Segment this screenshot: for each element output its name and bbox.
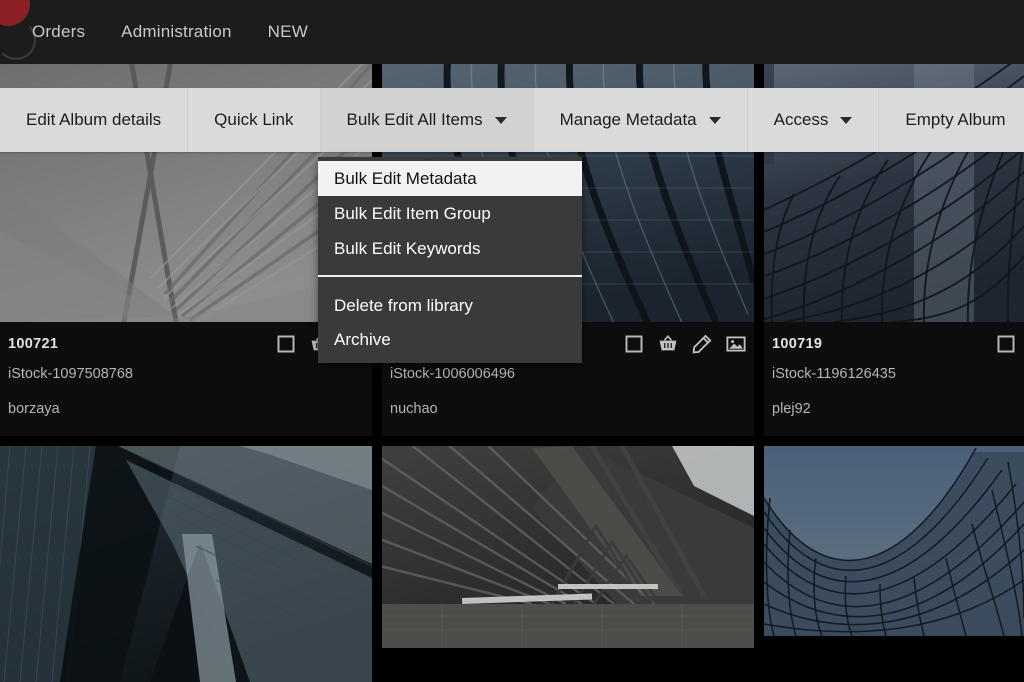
nav-item-list: Orders Administration NEW (0, 0, 308, 64)
nav-item-new[interactable]: NEW (268, 22, 308, 42)
card-bottom-fill (764, 636, 1024, 682)
menu-item-label: Bulk Edit Item Group (334, 203, 491, 223)
checkbox-icon[interactable] (996, 334, 1016, 354)
toolbar-item-label: Manage Metadata (559, 110, 697, 129)
checkbox-icon[interactable] (624, 334, 644, 354)
menu-item-label: Delete from library (334, 296, 473, 315)
menu-item-bulk-edit-keywords[interactable]: Bulk Edit Keywords (318, 231, 582, 266)
toolbar-item-label: Edit Album details (26, 110, 162, 129)
album-item-card[interactable] (0, 446, 372, 682)
menu-separator (318, 275, 582, 277)
menu-item-archive[interactable]: Archive (318, 323, 582, 357)
toolbar-item-label: Empty Album (905, 110, 1006, 129)
album-item-card[interactable] (764, 446, 1024, 682)
menu-item-label: Bulk Edit Keywords (334, 238, 481, 258)
chevron-down-icon (708, 116, 721, 124)
toolbar-edit-album-details-button[interactable]: Edit Album details (0, 88, 189, 152)
thumbnail-image[interactable] (382, 446, 754, 648)
checkbox-icon[interactable] (276, 334, 296, 354)
menu-item-label: Archive (334, 330, 391, 349)
pencil-icon[interactable] (692, 334, 712, 354)
card-filename: iStock-1006006496 (390, 366, 515, 382)
album-item-card[interactable] (382, 446, 754, 682)
card-header-row: 100719 (772, 332, 1016, 356)
toolbar-bulk-edit-all-items-menu[interactable]: Bulk Edit All Items (320, 88, 534, 152)
card-item-id: 100719 (772, 336, 823, 352)
card-filename: iStock-1097508768 (8, 366, 133, 382)
bulk-edit-dropdown-menu: Bulk Edit Metadata Bulk Edit Item Group … (318, 157, 582, 363)
card-bottom-fill (382, 648, 754, 682)
dropdown-group-destructive: Delete from library Archive (318, 289, 582, 357)
toolbar-item-label: Bulk Edit All Items (346, 110, 483, 129)
menu-item-delete-from-library[interactable]: Delete from library (318, 289, 582, 323)
card-author: plej92 (772, 401, 811, 417)
image-icon[interactable] (726, 334, 746, 354)
chevron-down-icon (494, 116, 507, 124)
card-metadata: 100719 iStock-1196126435 plej92 (764, 322, 1024, 436)
card-filename: iStock-1196126435 (772, 366, 896, 382)
card-item-id: 100721 (8, 336, 59, 352)
toolbar-manage-metadata-menu[interactable]: Manage Metadata (534, 88, 748, 152)
thumbnail-image[interactable] (764, 446, 1024, 636)
card-action-icons (624, 334, 746, 354)
card-author: nuchao (390, 401, 438, 417)
basket-icon[interactable] (658, 334, 678, 354)
chevron-down-icon (840, 116, 853, 124)
album-action-toolbar: Edit Album details Quick Link Bulk Edit … (0, 88, 1024, 152)
card-header-row: 100721 (8, 332, 364, 356)
dropdown-group-edit: Bulk Edit Metadata Bulk Edit Item Group … (318, 161, 582, 266)
nav-item-orders[interactable]: Orders (32, 22, 85, 42)
toolbar-access-menu[interactable]: Access (748, 88, 880, 152)
toolbar-item-label: Quick Link (214, 110, 294, 129)
nav-item-administration[interactable]: Administration (121, 22, 232, 42)
card-action-icons (996, 334, 1016, 354)
menu-item-label: Bulk Edit Metadata (334, 168, 477, 188)
card-metadata: 100721 iStock-1097508768 borzaya (0, 322, 372, 436)
toolbar-empty-album-button[interactable]: Empty Album (879, 88, 1024, 152)
menu-item-bulk-edit-metadata[interactable]: Bulk Edit Metadata (318, 161, 582, 196)
thumbnail-image[interactable] (0, 446, 372, 682)
card-author: borzaya (8, 401, 60, 417)
menu-item-bulk-edit-item-group[interactable]: Bulk Edit Item Group (318, 196, 582, 231)
toolbar-quick-link-button[interactable]: Quick Link (188, 88, 321, 152)
top-navigation-bar: Orders Administration NEW (0, 0, 1024, 64)
toolbar-item-label: Access (773, 110, 829, 129)
